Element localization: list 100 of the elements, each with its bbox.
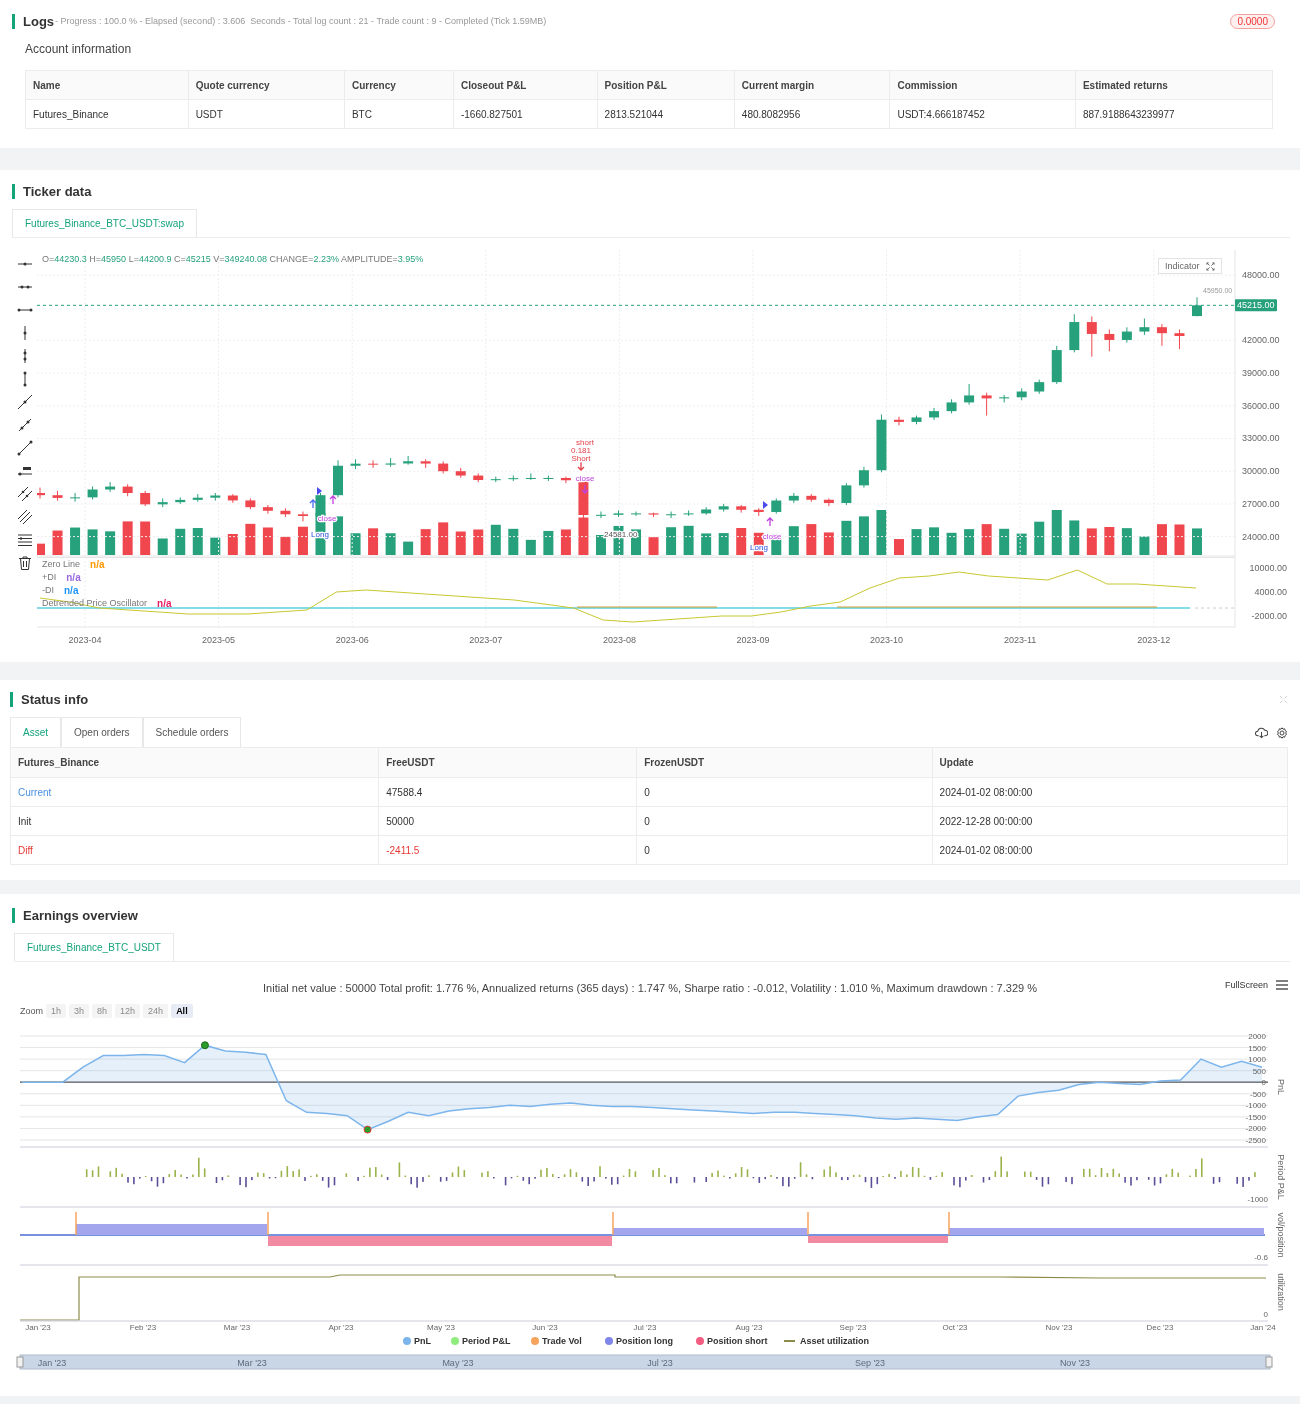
indicator-button[interactable]: Indicator bbox=[1158, 258, 1222, 274]
table-cell: 2022-12-28 00:00:00 bbox=[932, 806, 1288, 836]
column-header: Futures_Binance bbox=[10, 747, 379, 778]
zoom-button[interactable]: All bbox=[171, 1004, 193, 1018]
candle bbox=[876, 414, 887, 473]
legend-item[interactable]: Asset utilization bbox=[784, 1336, 869, 1346]
ray-line-icon[interactable] bbox=[16, 417, 33, 433]
trash-icon[interactable] bbox=[16, 555, 33, 571]
navigator-label: May '23 bbox=[442, 1358, 474, 1368]
candle bbox=[70, 492, 81, 503]
triangle-icon bbox=[763, 501, 768, 509]
ohlc-readout: O=44230.3 H=45950 L=44200.9 C=45215 V=349240.08 CHANGE=2.23% AMPLITUDE=3.95% bbox=[42, 254, 424, 264]
navigator-label: Jul '23 bbox=[647, 1358, 673, 1368]
navigator-handle[interactable] bbox=[16, 1356, 24, 1368]
column-header: FrozenUSDT bbox=[636, 747, 933, 778]
date-axis-label: 2023-11 bbox=[1004, 635, 1037, 645]
candle bbox=[841, 482, 852, 506]
date-axis-label: 2023-09 bbox=[736, 635, 770, 645]
candle bbox=[210, 492, 221, 502]
candle bbox=[929, 407, 940, 421]
navigator-label: Nov '23 bbox=[1059, 1358, 1091, 1368]
pnl-axis-title: PnL bbox=[1276, 1079, 1286, 1095]
candle bbox=[894, 416, 904, 426]
legend-item[interactable]: Trade Vol bbox=[531, 1336, 582, 1346]
settings-icon[interactable] bbox=[1276, 727, 1288, 739]
period-axis-label: -1000 bbox=[1247, 1195, 1268, 1204]
indicator-legend-value: n/a bbox=[157, 598, 172, 609]
candle bbox=[648, 512, 659, 518]
menu-icon[interactable] bbox=[1276, 980, 1288, 990]
trade-marker-label: Long bbox=[311, 530, 329, 539]
legend-item[interactable]: Position long bbox=[605, 1336, 673, 1346]
candle bbox=[105, 481, 116, 493]
segment-line-icon[interactable] bbox=[16, 440, 33, 456]
legend-item[interactable]: PnL bbox=[403, 1336, 431, 1346]
progress-summary: - Progress : 100.0 % - Elapsed (second) : 3.606 Seconds - Total log count : 21 - Trade count : 9 - Completed (Tick 1.59MB) bbox=[55, 16, 547, 26]
fullscreen-link[interactable]: FullScreen bbox=[1224, 980, 1268, 990]
legend-item[interactable]: Period P&L bbox=[451, 1336, 511, 1346]
candle bbox=[385, 457, 396, 468]
column-header: Currency bbox=[344, 70, 454, 100]
candle bbox=[806, 493, 817, 503]
table-cell: USDT:4.666187452 bbox=[889, 99, 1076, 129]
price-axis-label: 42000.00 bbox=[1242, 335, 1280, 346]
candle bbox=[858, 466, 869, 489]
table-cell: 0 bbox=[636, 835, 933, 865]
date-axis-label: 2023-12 bbox=[1137, 635, 1171, 645]
candle bbox=[701, 506, 712, 516]
column-header: FreeUSDT bbox=[378, 747, 637, 778]
candle bbox=[508, 475, 519, 482]
utilization-axis-label: 0 bbox=[1263, 1310, 1268, 1319]
table-cell: Init bbox=[10, 806, 379, 836]
cloud-download-icon[interactable] bbox=[1255, 727, 1268, 739]
table-cell: 480.8082956 bbox=[734, 99, 890, 129]
price-axis-label: 33000.00 bbox=[1242, 433, 1280, 444]
candle bbox=[490, 476, 501, 483]
table-cell: 0 bbox=[636, 806, 933, 836]
candle bbox=[1051, 345, 1062, 385]
date-axis-label: 2023-04 bbox=[68, 635, 102, 645]
table-cell: Diff bbox=[10, 835, 379, 865]
candle bbox=[175, 496, 186, 505]
parallel-lines-icon[interactable] bbox=[16, 486, 33, 502]
period-axis-title: Period P&L bbox=[1276, 1154, 1286, 1200]
navigator-handle[interactable] bbox=[1265, 1356, 1273, 1368]
time-axis-label: Dec '23 bbox=[1146, 1323, 1174, 1332]
column-header: Position P&L bbox=[597, 70, 735, 100]
price-axis-label: 36000.00 bbox=[1242, 400, 1280, 411]
pnl-axis-label: -2500 bbox=[1245, 1136, 1266, 1145]
column-header: Current margin bbox=[734, 70, 890, 100]
date-axis-label: 2023-08 bbox=[602, 635, 636, 645]
candle bbox=[666, 511, 677, 519]
candle bbox=[87, 485, 98, 501]
candle bbox=[981, 392, 992, 417]
candle bbox=[1086, 315, 1097, 358]
legend-item[interactable]: Position short bbox=[696, 1336, 768, 1346]
candle bbox=[1121, 326, 1132, 344]
candle bbox=[368, 459, 379, 469]
candle bbox=[946, 398, 957, 414]
candle bbox=[595, 511, 606, 519]
horizontal-lines-icon[interactable] bbox=[16, 532, 33, 548]
up-arrow-icon bbox=[309, 499, 317, 509]
column-header: Update bbox=[932, 747, 1288, 778]
candle bbox=[1104, 329, 1115, 352]
table-cell: -2411.5 bbox=[378, 835, 637, 865]
time-axis-label: Jun '23 bbox=[532, 1323, 558, 1332]
candle bbox=[964, 383, 975, 406]
time-axis-label: Jan '24 bbox=[1250, 1323, 1276, 1332]
candle bbox=[560, 476, 571, 484]
channel-lines-icon[interactable] bbox=[16, 509, 33, 525]
pnl-axis-label: -1000 bbox=[1245, 1101, 1266, 1111]
candle bbox=[613, 509, 624, 518]
candle bbox=[1069, 313, 1080, 353]
performance-summary: Initial net value : 50000 Total profit: 1.776 %, Annualized returns (365 days) : 1.747 %, Sharpe ratio : -0.012, Volatility : 1.010 %, Maximum drawdown : 7.329 % bbox=[263, 982, 1037, 994]
candle bbox=[1156, 323, 1167, 347]
position-axis-title: vol/position bbox=[1276, 1212, 1286, 1258]
table-cell: Futures_Binance bbox=[25, 99, 189, 129]
trend-line-icon[interactable] bbox=[16, 394, 33, 410]
pnl-axis-label: 1500 bbox=[1248, 1043, 1266, 1053]
candle bbox=[823, 497, 834, 507]
pnl-axis-label: 0 bbox=[1261, 1078, 1266, 1088]
min-point-marker bbox=[363, 1125, 372, 1134]
candle bbox=[525, 472, 536, 481]
